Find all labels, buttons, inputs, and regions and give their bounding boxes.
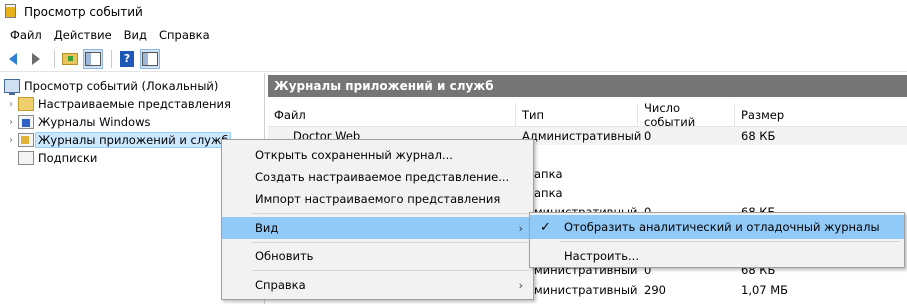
menu-item-create-custom-view[interactable]: Создать настраиваемое представление...: [222, 166, 533, 188]
toolbar-separator: [54, 49, 55, 68]
menu-help[interactable]: Справка: [153, 28, 216, 42]
forward-button[interactable]: [26, 49, 46, 69]
column-header-file[interactable]: Файл: [268, 103, 516, 127]
menu-item-label: Открыть сохраненный журнал...: [255, 148, 453, 162]
pane-header: Журналы приложений и служб: [268, 75, 907, 97]
tree-item-label: Подписки: [38, 151, 98, 165]
checkmark-icon: ✓: [540, 219, 551, 235]
folder-icon: [18, 97, 34, 111]
menu-bar: Файл Действие Вид Справка: [0, 24, 907, 46]
help-icon: ?: [120, 50, 134, 67]
menu-item-label: Импорт настраиваемого представления: [255, 192, 501, 206]
cell-type: Административный: [522, 129, 642, 143]
column-header-count[interactable]: Число событий: [638, 101, 735, 129]
column-header-label: Файл: [274, 108, 306, 122]
show-hide-tree-button[interactable]: [83, 48, 103, 69]
tree-item-subscriptions[interactable]: Подписки: [18, 149, 97, 167]
tree-item-custom-views[interactable]: › Настраиваемые представления: [6, 95, 231, 113]
context-menu: Открыть сохраненный журнал... Создать на…: [221, 139, 534, 300]
column-header-label: Число событий: [644, 101, 696, 129]
menu-item-label: Отобразить аналитический и отладочный жу…: [564, 220, 880, 234]
tree-item-windows-logs[interactable]: › Журналы Windows: [6, 113, 150, 131]
menu-item-label: Вид: [255, 221, 279, 235]
subscriptions-icon: [18, 151, 34, 165]
menu-file[interactable]: Файл: [4, 28, 48, 42]
computer-icon: [4, 79, 20, 95]
cell-type: министративный: [534, 283, 638, 297]
menu-item-view[interactable]: Вид ›: [222, 217, 533, 239]
tree-item-label: Журналы приложений и служб: [35, 132, 232, 148]
menu-view[interactable]: Вид: [118, 28, 153, 42]
cell-type: апка: [534, 167, 563, 181]
column-header-label: Тип: [522, 108, 545, 122]
menu-item-show-analytic-debug-logs[interactable]: ✓ Отобразить аналитический и отладочный …: [530, 215, 904, 239]
column-headers: Файл Тип Число событий Размер: [268, 101, 907, 129]
menu-item-label: Настроить...: [564, 249, 639, 263]
chevron-right-icon[interactable]: ›: [6, 135, 16, 146]
window-title: Просмотр событий: [24, 5, 143, 19]
menu-item-label: Справка: [255, 278, 306, 292]
submenu-arrow-icon: ›: [518, 278, 523, 292]
up-level-button[interactable]: [60, 49, 80, 69]
tree-item-label: Просмотр событий (Локальный): [24, 79, 219, 93]
cell-count: 0: [644, 129, 652, 143]
back-button[interactable]: [3, 49, 23, 69]
menu-item-help[interactable]: Справка ›: [222, 274, 533, 296]
menu-separator: [252, 242, 529, 243]
windows-logs-icon: [18, 115, 34, 129]
column-header-size[interactable]: Размер: [735, 103, 907, 127]
menu-separator: [252, 270, 529, 271]
column-header-label: Размер: [741, 108, 785, 122]
cell-size: 68 КБ: [741, 129, 776, 143]
back-icon: [9, 52, 17, 65]
show-hide-tree-icon: [85, 51, 101, 66]
cell-count: 290: [644, 283, 666, 297]
menu-action[interactable]: Действие: [48, 28, 118, 42]
tree-item-label: Журналы Windows: [38, 115, 151, 129]
tree-item-root[interactable]: Просмотр событий (Локальный): [4, 77, 218, 95]
menu-separator: [560, 241, 900, 242]
menu-item-import-custom-view[interactable]: Импорт настраиваемого представления: [222, 188, 533, 210]
tree-item-label: Настраиваемые представления: [38, 97, 231, 111]
folder-up-icon: [62, 52, 78, 65]
chevron-right-icon[interactable]: ›: [6, 99, 16, 110]
forward-icon: [32, 52, 40, 65]
menu-item-refresh[interactable]: Обновить: [222, 245, 533, 267]
view-submenu: ✓ Отобразить аналитический и отладочный …: [529, 212, 905, 268]
menu-item-customize[interactable]: Настроить...: [530, 244, 904, 268]
action-pane-icon: [142, 51, 158, 66]
cell-type: апка: [534, 186, 563, 200]
menu-item-open-saved-log[interactable]: Открыть сохраненный журнал...: [222, 144, 533, 166]
title-bar: Просмотр событий: [0, 0, 907, 24]
cell-size: 1,07 МБ: [741, 283, 789, 297]
action-pane-button[interactable]: [140, 48, 160, 69]
toolbar-separator: [111, 49, 112, 68]
log-folder-icon: [18, 133, 34, 147]
tree-item-app-service-logs[interactable]: › Журналы приложений и служб: [6, 131, 232, 149]
column-header-type[interactable]: Тип: [516, 103, 638, 127]
submenu-arrow-icon: ›: [518, 221, 523, 235]
menu-item-label: Создать настраиваемое представление...: [255, 170, 510, 184]
toolbar: ?: [0, 46, 907, 72]
menu-separator: [252, 213, 529, 214]
menu-item-label: Обновить: [255, 249, 314, 263]
help-button[interactable]: ?: [117, 49, 137, 69]
event-viewer-app-icon: [4, 4, 18, 20]
chevron-right-icon[interactable]: ›: [6, 117, 16, 128]
